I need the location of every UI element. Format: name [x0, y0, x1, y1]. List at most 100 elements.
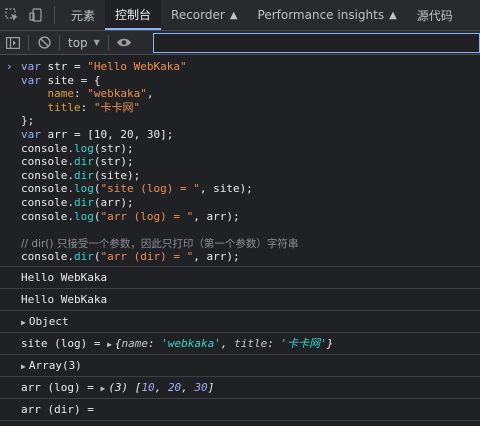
code-line: console.dir(str); [21, 155, 480, 169]
code-token: title [47, 100, 81, 114]
code-token: dir [73, 195, 94, 209]
tab-label: Performance insights [257, 8, 385, 22]
console-panel[interactable]: › var str = "Hello WebKaka" var site = {… [0, 56, 480, 426]
chevron-down-icon: ▼ [93, 38, 100, 47]
object-value: '卡卡网' [280, 336, 327, 350]
divider [54, 6, 55, 24]
code-token: "webkaka" [87, 87, 147, 101]
tab-elements[interactable]: 元素 [61, 0, 105, 30]
devtools-tab-bar: 元素 控制台 Recorder ▲ Performance insights ▲ 源… [0, 0, 480, 31]
code-token: name [47, 87, 75, 101]
tab-label: 元素 [71, 8, 96, 23]
code-token: "卡卡网" [93, 100, 141, 114]
message-text: Array(3) [28, 358, 82, 372]
object-key: name [121, 336, 149, 350]
expand-triangle-icon[interactable]: ▶ [21, 312, 26, 333]
device-toolbar-icon[interactable] [24, 0, 48, 30]
code-token: : [74, 87, 88, 101]
console-message-site-log: site (log) = ▶ {name: 'webkaka', title: '… [0, 333, 480, 355]
expand-triangle-icon[interactable]: ▶ [107, 334, 112, 355]
object-key: title [234, 336, 268, 350]
array-count: (3) [ [108, 380, 142, 394]
code-token: "arr (log) = " [100, 209, 194, 223]
divider [107, 34, 109, 51]
code-line: var str = "Hello WebKaka" [21, 60, 480, 74]
code-token: log [73, 209, 94, 223]
code-token: , [146, 87, 154, 101]
code-token: console. [21, 168, 74, 182]
code-token: console. [21, 209, 74, 223]
sidebar-icon [6, 36, 20, 49]
code-token: , arr); [193, 209, 240, 223]
code-line: console.log("site (log) = ", site); [21, 182, 480, 196]
object-brace: { [114, 336, 122, 350]
tab-performance-insights[interactable]: Performance insights ▲ [248, 0, 407, 30]
console-message-arr-log: arr (log) = ▶ (3) [10, 20, 30] [0, 377, 480, 399]
message-text: Hello WebKaka [21, 292, 108, 306]
console-message-array[interactable]: ▶ Array(3) [0, 355, 480, 377]
array-value: 20 [167, 380, 182, 394]
object-brace: } [326, 336, 334, 350]
console-input-code: › var str = "Hello WebKaka" var site = {… [0, 56, 480, 267]
code-token: log [73, 141, 94, 155]
code-token: "arr (dir) = " [100, 250, 194, 264]
console-message-object[interactable]: ▶ Object [0, 311, 480, 333]
context-selector[interactable]: top ▼ [62, 36, 106, 50]
expand-triangle-icon[interactable]: ▶ [21, 356, 26, 377]
code-line: console.dir("arr (dir) = ", arr); [21, 250, 480, 264]
tab-recorder[interactable]: Recorder ▲ [161, 0, 247, 30]
code-token: str = [40, 60, 88, 73]
array-value: 30 [194, 380, 208, 394]
code-token: (arr); [93, 195, 134, 209]
code-token: console. [21, 250, 74, 264]
tab-console[interactable]: 控制台 [105, 0, 162, 30]
code-token: }; [21, 114, 35, 128]
eye-icon [116, 38, 131, 47]
tab-label: 控制台 [115, 7, 152, 22]
code-token: dir [73, 168, 94, 182]
code-token: dir [73, 155, 94, 169]
code-token: "Hello WebKaka" [87, 60, 187, 73]
context-label: top [68, 35, 88, 50]
code-token: (str); [93, 155, 134, 169]
code-line: title: "卡卡网" [21, 101, 480, 115]
code-line: console.log("arr (log) = ", arr); [21, 210, 480, 224]
code-token: var [21, 60, 41, 73]
code-token: , site); [199, 182, 253, 196]
code-token: arr = [10, 20, 30]; [40, 127, 174, 141]
object-value: 'webkaka' [161, 336, 221, 350]
clear-console-button[interactable] [31, 31, 57, 55]
code-line: name: "webkaka", [21, 87, 480, 101]
code-token: console. [21, 155, 74, 169]
expand-triangle-icon[interactable]: ▶ [100, 378, 105, 399]
code-line: console.dir(site); [21, 169, 480, 183]
code-token: , arr); [193, 250, 240, 264]
code-token: console. [21, 182, 74, 196]
code-line: // dir() 只接受一个参数，因此只打印（第一个参数）字符串 [21, 237, 480, 251]
console-toolbar: top ▼ [0, 31, 480, 55]
code-token: (str); [93, 141, 134, 155]
object-separator: , [220, 336, 235, 350]
message-text: Hello WebKaka [21, 270, 108, 284]
code-token: var [21, 127, 41, 141]
code-token: log [73, 182, 94, 196]
message-text: Object [28, 314, 69, 328]
tab-label: Recorder [171, 8, 225, 22]
array-bracket: ] [207, 380, 215, 394]
code-token: var [21, 73, 41, 87]
flask-icon: ▲ [229, 9, 238, 21]
live-expression-button[interactable] [111, 31, 137, 55]
code-token: "site (log) = " [100, 182, 200, 196]
divider [59, 34, 60, 51]
tab-sources[interactable]: 源代码 [407, 0, 463, 30]
message-text: arr (log) = [21, 380, 101, 394]
tab-label: 源代码 [416, 8, 453, 23]
console-message: arr (dir) = [0, 399, 480, 421]
code-line: var arr = [10, 20, 30]; [21, 128, 480, 142]
show-sidebar-button[interactable] [0, 31, 26, 55]
prompt-chevron-icon: › [6, 60, 13, 73]
code-line: console.log(str); [21, 142, 480, 156]
inspect-element-icon[interactable] [0, 0, 24, 30]
filter-input[interactable] [153, 33, 480, 53]
